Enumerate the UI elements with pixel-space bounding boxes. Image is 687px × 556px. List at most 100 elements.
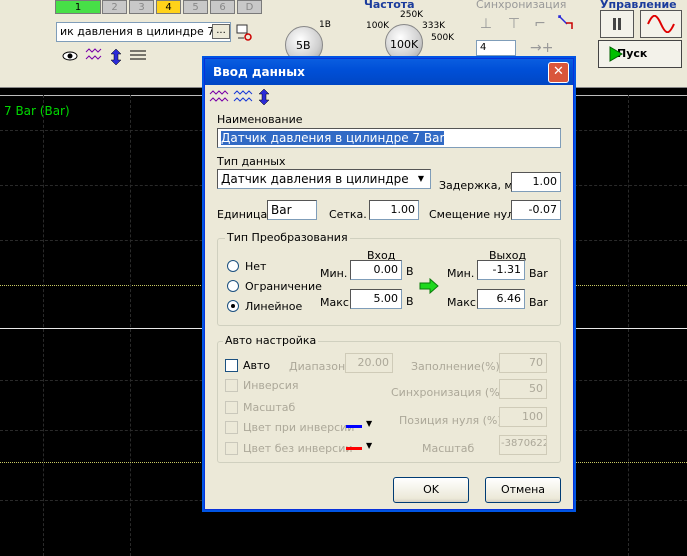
sync-percent-input[interactable]: 50 (499, 379, 547, 399)
channel-tab-5[interactable]: 5 (183, 0, 208, 14)
waveform-purple-icon[interactable] (209, 89, 229, 107)
out-min-unit: Bar (529, 267, 548, 280)
unit-input[interactable]: Bar (267, 200, 317, 220)
sync-percent-label: Синхронизация (%) (391, 386, 504, 399)
sync-fall-icon[interactable]: ⊤ (504, 14, 524, 34)
eye-icon[interactable] (60, 48, 80, 68)
in-min-label: Мин. (320, 267, 348, 280)
fill-input[interactable]: 70 (499, 353, 547, 373)
scale-value-input[interactable]: -3870622 (499, 435, 547, 455)
scale-label: Масштаб (243, 401, 296, 414)
vertical-scale-icon[interactable] (106, 48, 126, 68)
auto-label: Авто (243, 359, 271, 372)
fill-label: Заполнение(%) (411, 360, 500, 373)
sync-rise-icon[interactable]: ⊥ (476, 14, 496, 34)
delay-label: Задержка, мс (439, 179, 519, 192)
cancel-button[interactable]: Отмена (485, 477, 561, 503)
data-type-value: Датчик давления в цилиндре (221, 172, 409, 186)
freq-label-100k: 100K (366, 21, 390, 31)
out-min-label: Мин. (447, 267, 475, 280)
radio-limit[interactable] (227, 280, 239, 292)
grid-input[interactable]: 1.00 (369, 200, 419, 220)
channel-name-field[interactable]: ик давления в цилиндре 7 Bar (56, 22, 231, 42)
channel-tab-3[interactable]: 3 (129, 0, 154, 14)
amplitude-label: 1В (319, 20, 331, 30)
inv-color-checkbox[interactable] (225, 421, 238, 434)
chevron-down-icon: ▼ (417, 174, 425, 183)
range-label: Диапазон. (289, 360, 349, 373)
amplitude-value: 5В (296, 39, 311, 52)
play-icon (609, 46, 623, 62)
channel-tab-1[interactable]: 1 (55, 0, 101, 14)
browse-button[interactable]: ... (212, 24, 230, 39)
noinv-color-label: Цвет без инверсии (243, 442, 353, 455)
waveform-icon[interactable] (84, 48, 104, 68)
sync-arrows-icon[interactable]: →+ (530, 38, 553, 58)
in-max-input[interactable]: 5.00 (350, 289, 402, 309)
start-button[interactable]: Пуск (598, 40, 682, 68)
dialog-titlebar[interactable]: Ввод данных ✕ (205, 59, 573, 85)
edit-channel-icon[interactable] (234, 22, 254, 42)
inversion-label: Инверсия (243, 379, 299, 392)
inv-color-dropdown-icon[interactable]: ▼ (366, 419, 372, 428)
zero-position-label: Позиция нуля (%) (399, 414, 502, 427)
close-button[interactable]: ✕ (548, 62, 569, 83)
vertical-scale-icon[interactable] (257, 88, 273, 108)
channel-label: 7 Bar (Bar) (4, 104, 70, 118)
out-max-unit: Bar (529, 296, 548, 309)
data-entry-dialog: Ввод данных ✕ Наименование Датчик давлен… (204, 58, 574, 510)
lines-icon[interactable] (128, 48, 148, 68)
inv-color-label: Цвет при инверсии (243, 421, 355, 434)
inversion-checkbox[interactable] (225, 379, 238, 392)
pause-button[interactable] (600, 10, 634, 38)
grid-line (43, 95, 44, 556)
in-min-input[interactable]: 0.00 (350, 260, 402, 280)
scale-value-label: Масштаб (422, 442, 475, 455)
waveform-blue-icon[interactable] (233, 89, 253, 107)
auto-checkbox[interactable] (225, 359, 238, 372)
data-type-select[interactable]: Датчик давления в цилиндре ▼ (217, 169, 431, 189)
scale-checkbox[interactable] (225, 401, 238, 414)
noinv-color-checkbox[interactable] (225, 442, 238, 455)
zero-offset-label: Смещение нуля (429, 208, 521, 221)
sync-edge-icon[interactable]: ⌐ (530, 14, 550, 34)
delay-input[interactable]: 1.00 (511, 172, 561, 192)
unit-label: Единица. (217, 208, 271, 221)
freq-label-500k: 500K (431, 33, 455, 43)
ok-button[interactable]: OK (393, 477, 469, 503)
channel-tab-d[interactable]: D (237, 0, 262, 14)
in-min-unit: В (406, 265, 414, 278)
grid-line (628, 95, 629, 556)
name-input[interactable]: Датчик давления в цилиндре 7 Bar (217, 128, 561, 148)
sync-title: Синхронизация (476, 0, 567, 11)
zero-position-input[interactable]: 100 (499, 407, 547, 427)
option-limit-label: Ограничение (245, 280, 322, 293)
radio-none[interactable] (227, 260, 239, 272)
noinv-color-dropdown-icon[interactable]: ▼ (366, 441, 372, 450)
radio-linear[interactable] (227, 300, 239, 312)
option-linear-label: Линейное (245, 300, 303, 313)
option-none-label: Нет (245, 260, 267, 273)
sync-cursor-icon[interactable] (556, 14, 576, 34)
channel-tab-4[interactable]: 4 (156, 0, 181, 14)
name-label: Наименование (217, 113, 303, 126)
sine-mode-button[interactable] (640, 10, 682, 38)
channel-tab-2[interactable]: 2 (102, 0, 127, 14)
out-min-input[interactable]: -1.31 (477, 260, 525, 280)
grid-label: Сетка. (329, 208, 367, 221)
range-input[interactable]: 20.00 (345, 353, 393, 373)
freq-label-250k: 250K (400, 10, 424, 20)
freq-label-333k: 333K (422, 21, 446, 31)
in-max-label: Макс. (320, 296, 353, 309)
channel-tab-6[interactable]: 6 (210, 0, 235, 14)
out-max-label: Макс. (447, 296, 480, 309)
noinv-color-swatch[interactable] (346, 447, 362, 450)
arrow-right-icon (419, 277, 439, 295)
inv-color-swatch[interactable] (346, 425, 362, 428)
dialog-title: Ввод данных (213, 65, 305, 79)
out-max-input[interactable]: 6.46 (477, 289, 525, 309)
sync-channel-select[interactable]: 4 (476, 40, 516, 56)
grid-line (130, 95, 131, 556)
name-value: Датчик давления в цилиндре 7 Bar (221, 131, 445, 145)
zero-offset-input[interactable]: -0.07 (511, 200, 561, 220)
